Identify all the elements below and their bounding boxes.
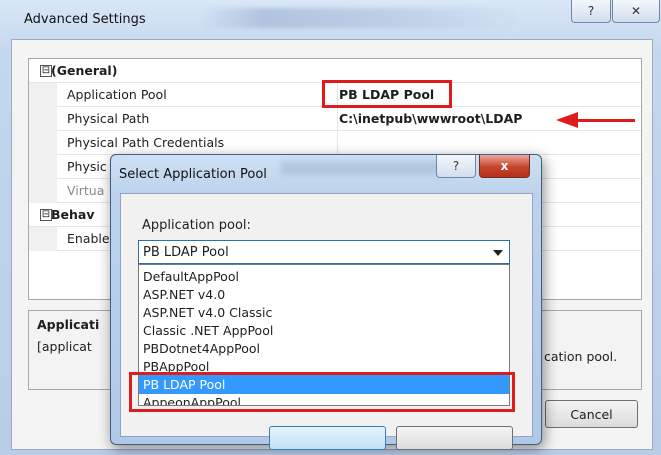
list-item[interactable]: Classic .NET AppPool [139,321,509,340]
dialog-cancel-button[interactable] [396,426,513,450]
property-row[interactable]: Physical Path Credentials [29,131,641,155]
category-label: Behav [51,207,95,222]
close-icon: ✕ [630,4,642,18]
row-gutter [29,227,57,251]
row-gutter [29,179,57,203]
property-name: Application Pool [67,87,167,102]
close-button[interactable]: x [479,155,530,178]
list-item[interactable]: PBDotnet4AppPool [139,339,509,358]
cancel-button[interactable]: Cancel [545,400,638,428]
row-gutter [29,107,57,131]
property-name: Enable [67,231,110,246]
app-pool-dropdown[interactable]: PB LDAP Pool [138,240,510,264]
window-title: Advanced Settings [24,12,146,27]
help-button[interactable]: ? [436,155,476,178]
highlight-box-app-pool [322,80,452,108]
dropdown-value: PB LDAP Pool [143,245,229,260]
description-text-end: cation pool. [544,349,618,364]
title-bar-background [200,8,520,28]
property-value[interactable]: C:\inetpub\wwwroot\LDAP [339,111,522,126]
app-pool-label: Application pool: [142,218,251,233]
row-gutter [29,155,57,179]
help-icon: ? [452,159,460,173]
property-name: Virtua [67,183,105,198]
close-icon: x [500,159,509,173]
property-name: Physic [67,159,107,174]
category-label: (General) [51,63,118,78]
close-button[interactable]: ✕ [612,0,660,23]
title-bar-background [281,161,451,175]
ok-button[interactable] [269,426,386,450]
row-gutter [29,83,57,107]
cancel-button-label: Cancel [570,406,613,422]
select-app-pool-dialog: Select Application Pool ? x Application … [110,154,542,450]
dialog-client-area: Application pool: PB LDAP Pool DefaultAp… [120,193,533,450]
help-icon: ? [587,4,595,18]
dialog-title: Select Application Pool [119,167,267,182]
arrow-icon [556,112,578,128]
property-name: Physical Path Credentials [67,135,225,150]
description-text-start: [applicat [37,339,92,354]
arrow-icon-shaft [575,119,635,122]
list-item[interactable]: DefaultAppPool [139,267,509,286]
highlight-box-option [129,372,515,412]
list-item[interactable]: ASP.NET v4.0 Classic [139,303,509,322]
list-item[interactable]: ASP.NET v4.0 [139,285,509,304]
chevron-down-icon[interactable] [493,250,503,256]
property-row[interactable]: Physical Path C:\inetpub\wwwroot\LDAP [29,107,641,131]
property-name: Physical Path [67,111,150,126]
description-title: Applicati [37,317,100,332]
help-button[interactable]: ? [571,0,611,23]
row-gutter [29,131,57,155]
